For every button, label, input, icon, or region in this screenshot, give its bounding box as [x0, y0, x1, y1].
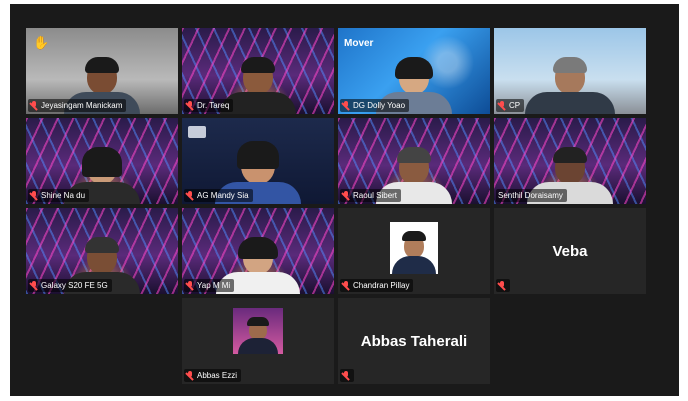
- mic-muted-icon: [498, 101, 506, 110]
- participant-tile[interactable]: Abbas Taherali: [338, 298, 490, 384]
- participant-name: CP: [509, 101, 521, 110]
- mic-muted-icon: [30, 281, 38, 290]
- participant-tile[interactable]: Abbas Ezzi: [182, 298, 334, 384]
- mic-muted-icon: [186, 281, 194, 290]
- participant-nameplate: Senthil Doraisamy: [496, 189, 567, 202]
- mic-muted-icon: [30, 101, 38, 110]
- participant-nameplate: DG Dolly Yoao: [340, 99, 410, 112]
- participant-display-name: Veba: [552, 242, 588, 260]
- participant-nameplate: Galaxy S20 FE 5G: [28, 279, 112, 292]
- participant-name: AG Mandy Sia: [197, 191, 249, 200]
- participant-name: DG Dolly Yoao: [353, 101, 406, 110]
- participant-tile[interactable]: ✋ Jeyasingam Manickam: [26, 28, 178, 114]
- participant-tile[interactable]: CP: [494, 28, 646, 114]
- participant-nameplate: Yap M Mi: [184, 279, 235, 292]
- participant-name: Yap M Mi: [197, 281, 231, 290]
- participant-figure: [525, 57, 615, 114]
- participant-tile[interactable]: AG Mandy Sia: [182, 118, 334, 204]
- participant-name: Abbas Ezzi: [197, 371, 238, 380]
- active-speaker-tile[interactable]: Senthil Doraisamy: [494, 118, 646, 204]
- mic-muted-icon: [498, 281, 506, 290]
- mic-muted-icon: [186, 101, 194, 110]
- participant-name: Senthil Doraisamy: [498, 191, 563, 200]
- participant-nameplate: Dr. Tareq: [184, 99, 234, 112]
- participant-nameplate: Raoul Sibert: [340, 189, 402, 202]
- participant-name: Shine Na du: [41, 191, 86, 200]
- mic-muted-icon: [30, 191, 38, 200]
- mic-muted-icon: [342, 191, 350, 200]
- participant-name: Galaxy S20 FE 5G: [41, 281, 108, 290]
- participant-tile[interactable]: Yap M Mi: [182, 208, 334, 294]
- mic-muted-icon: [342, 281, 350, 290]
- organisation-logo: [188, 126, 206, 138]
- participant-name: Raoul Sibert: [353, 191, 398, 200]
- participant-nameplate: [496, 279, 510, 292]
- participant-figure: [392, 231, 436, 274]
- participant-nameplate: CP: [496, 99, 525, 112]
- mic-muted-icon: [186, 371, 194, 380]
- mic-muted-icon: [342, 101, 350, 110]
- participant-tile[interactable]: Shine Na du: [26, 118, 178, 204]
- participant-name: Jeyasingam Manickam: [41, 101, 123, 110]
- participant-video-off: Abbas Taherali: [338, 298, 490, 384]
- participant-tile[interactable]: Mover DG Dolly Yoao: [338, 28, 490, 114]
- participant-name: Chandran Pillay: [353, 281, 410, 290]
- participant-name: Dr. Tareq: [197, 101, 230, 110]
- participant-figure: [238, 317, 278, 354]
- participant-tile[interactable]: Galaxy S20 FE 5G: [26, 208, 178, 294]
- mic-muted-icon: [186, 191, 194, 200]
- participant-display-name: Abbas Taherali: [360, 332, 468, 350]
- participant-tile[interactable]: Dr. Tareq: [182, 28, 334, 114]
- profile-photo: [390, 222, 438, 274]
- background-caption: Mover: [344, 38, 374, 49]
- video-grid: ✋ Jeyasingam Manickam Dr. Tareq Mover DG…: [10, 4, 679, 396]
- participant-nameplate: Jeyasingam Manickam: [28, 99, 127, 112]
- participant-tile[interactable]: Raoul Sibert: [338, 118, 490, 204]
- profile-photo: [233, 308, 283, 354]
- participant-nameplate: Chandran Pillay: [340, 279, 414, 292]
- participant-nameplate: Abbas Ezzi: [184, 369, 242, 382]
- participant-nameplate: [340, 369, 354, 382]
- participant-tile[interactable]: Chandran Pillay: [338, 208, 490, 294]
- participant-tile[interactable]: Veba: [494, 208, 646, 294]
- participant-nameplate: Shine Na du: [28, 189, 90, 202]
- participant-video-off: Veba: [494, 208, 646, 294]
- mic-muted-icon: [342, 371, 350, 380]
- participant-nameplate: AG Mandy Sia: [184, 189, 253, 202]
- raised-hand-icon: ✋: [33, 35, 50, 50]
